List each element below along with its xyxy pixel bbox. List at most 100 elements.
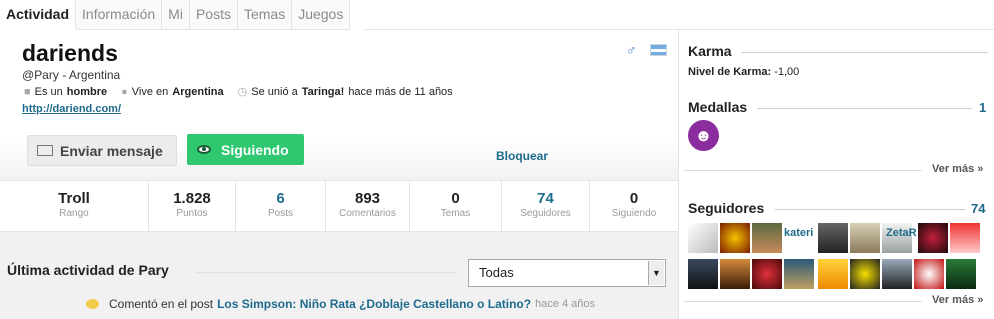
tab-posts[interactable]: Posts (189, 0, 238, 30)
followers-rule (775, 209, 965, 210)
stat-rango: Troll Rango (0, 181, 149, 231)
joined-fact: ◷ Se unió a Taringa! hace más de 11 años (237, 85, 453, 99)
location-prefix: Vive en (131, 85, 169, 98)
tab-juegos[interactable]: Juegos (292, 0, 351, 30)
stat-temas: 0 Temas (410, 181, 502, 231)
profile-facts: ■ Es un hombre ● Vive en Argentina ◷ Se … (24, 85, 453, 99)
follower-avatar[interactable] (946, 259, 976, 289)
stat-seguidores[interactable]: 74 Seguidores (502, 181, 590, 231)
location-value: Argentina (172, 85, 224, 98)
gender-value: hombre (66, 85, 108, 98)
follower-avatar[interactable] (720, 259, 750, 289)
follower-avatar[interactable] (688, 259, 718, 289)
medals-title: Medallas (688, 99, 748, 115)
stat-value: 0 (451, 190, 460, 207)
follower-avatar[interactable] (914, 259, 944, 289)
activity-title: Última actividad de Pary (7, 262, 169, 278)
stat-value: 1.828 (173, 190, 211, 207)
follower-avatar[interactable] (720, 223, 750, 253)
activity-filter-select[interactable]: Todas ▼ (468, 259, 666, 287)
follower-avatar[interactable] (882, 259, 912, 289)
followers-title: Seguidores (688, 200, 765, 216)
medals-count: 1 (979, 100, 987, 115)
gender-prefix: Es un (34, 85, 63, 98)
stat-label: Temas (440, 208, 471, 219)
see-more-rule (684, 301, 922, 302)
stat-value: 74 (537, 190, 554, 207)
tab-informacion[interactable]: Información (76, 0, 163, 30)
stat-label: Rango (59, 208, 89, 219)
followers-count: 74 (971, 201, 986, 216)
block-link[interactable]: Bloquear (496, 149, 548, 163)
activity-item-link[interactable]: Los Simpson: Niño Rata ¿Doblaje Castella… (217, 297, 531, 311)
stat-value: 6 (276, 190, 285, 207)
follower-name[interactable]: kateri (784, 223, 813, 253)
stat-label: Puntos (176, 208, 208, 219)
send-message-label: Enviar mensaje (60, 142, 163, 159)
followers-see-more-link[interactable]: Ver más » (684, 294, 984, 306)
follower-avatar[interactable] (818, 223, 848, 253)
profile-tabs: Actividad Información Mi Posts Temas Jue… (0, 0, 351, 30)
see-more-label: Ver más » (932, 163, 984, 175)
stat-label: Comentarios (339, 208, 396, 219)
website-link[interactable]: http://dariend.com/ (22, 103, 121, 115)
tab-actividad[interactable]: Actividad (0, 0, 77, 30)
argentina-flag-icon (650, 44, 667, 56)
gender-fact: ■ Es un hombre (24, 85, 107, 98)
stat-posts[interactable]: 6 Posts (236, 181, 326, 231)
column-divider (678, 30, 679, 319)
medals-rule (757, 108, 972, 109)
follower-avatar[interactable] (850, 259, 880, 289)
karma-level: Nivel de Karma: -1,00 (688, 66, 799, 78)
follower-avatar[interactable] (950, 223, 980, 253)
activity-filter-value: Todas (479, 265, 514, 280)
medals-see-more-link[interactable]: Ver más » (684, 163, 984, 175)
eye-icon (197, 145, 211, 154)
send-message-button[interactable]: Enviar mensaje (27, 135, 177, 166)
stats-bar: Troll Rango 1.828 Puntos 6 Posts 893 Com… (0, 180, 678, 232)
activity-item: Comentó en el post Los Simpson: Niño Rat… (86, 297, 595, 311)
karma-title: Karma (688, 43, 732, 59)
envelope-icon (37, 145, 53, 156)
tab-mi[interactable]: Mi (162, 0, 190, 30)
activity-title-rule (196, 272, 456, 273)
joined-prefix: Se unió a (251, 85, 298, 98)
follower-avatar[interactable] (688, 223, 718, 253)
karma-label: Nivel de Karma: (688, 66, 772, 78)
follower-avatar[interactable] (918, 223, 948, 253)
user-icon: ■ (24, 85, 31, 98)
chevron-down-icon[interactable]: ▼ (648, 261, 664, 285)
see-more-label: Ver más » (932, 294, 984, 306)
karma-rule (741, 52, 988, 53)
clock-icon: ◷ (237, 86, 248, 98)
activity-item-time: hace 4 años (535, 298, 596, 310)
follower-avatar[interactable] (784, 259, 814, 289)
stat-value: 0 (629, 190, 639, 207)
joined-site: Taringa! (301, 85, 345, 98)
see-more-rule (684, 170, 922, 171)
follower-name[interactable]: ZetaR (886, 223, 917, 253)
follower-avatar[interactable] (752, 259, 782, 289)
stat-label: Posts (267, 208, 293, 219)
tab-temas[interactable]: Temas (237, 0, 293, 30)
stat-comentarios: 893 Comentarios (326, 181, 410, 231)
profile-username: dariends (22, 40, 118, 66)
stat-value: Troll (58, 190, 90, 207)
comment-icon (86, 299, 99, 309)
stat-value: 893 (354, 190, 381, 207)
follower-avatar[interactable] (752, 223, 782, 253)
location-fact: ● Vive en Argentina (121, 85, 224, 98)
follower-avatar[interactable] (850, 223, 880, 253)
stat-label: Seguidores (520, 208, 571, 219)
following-label: Siguiendo (221, 141, 289, 158)
follower-avatar[interactable] (818, 259, 848, 289)
stat-puntos: 1.828 Puntos (149, 181, 236, 231)
male-icon: ♂ (626, 42, 637, 58)
following-button[interactable]: Siguiendo (187, 134, 304, 165)
stat-siguiendo: 0 Siguiendo (590, 181, 678, 231)
theater-masks-medal-icon[interactable]: ☻ (688, 120, 719, 151)
location-pin-icon: ● (121, 85, 128, 98)
profile-handle: @Pary - Argentina (22, 68, 121, 82)
karma-value: -1,00 (774, 66, 800, 78)
stat-label: Siguiendo (611, 208, 657, 219)
